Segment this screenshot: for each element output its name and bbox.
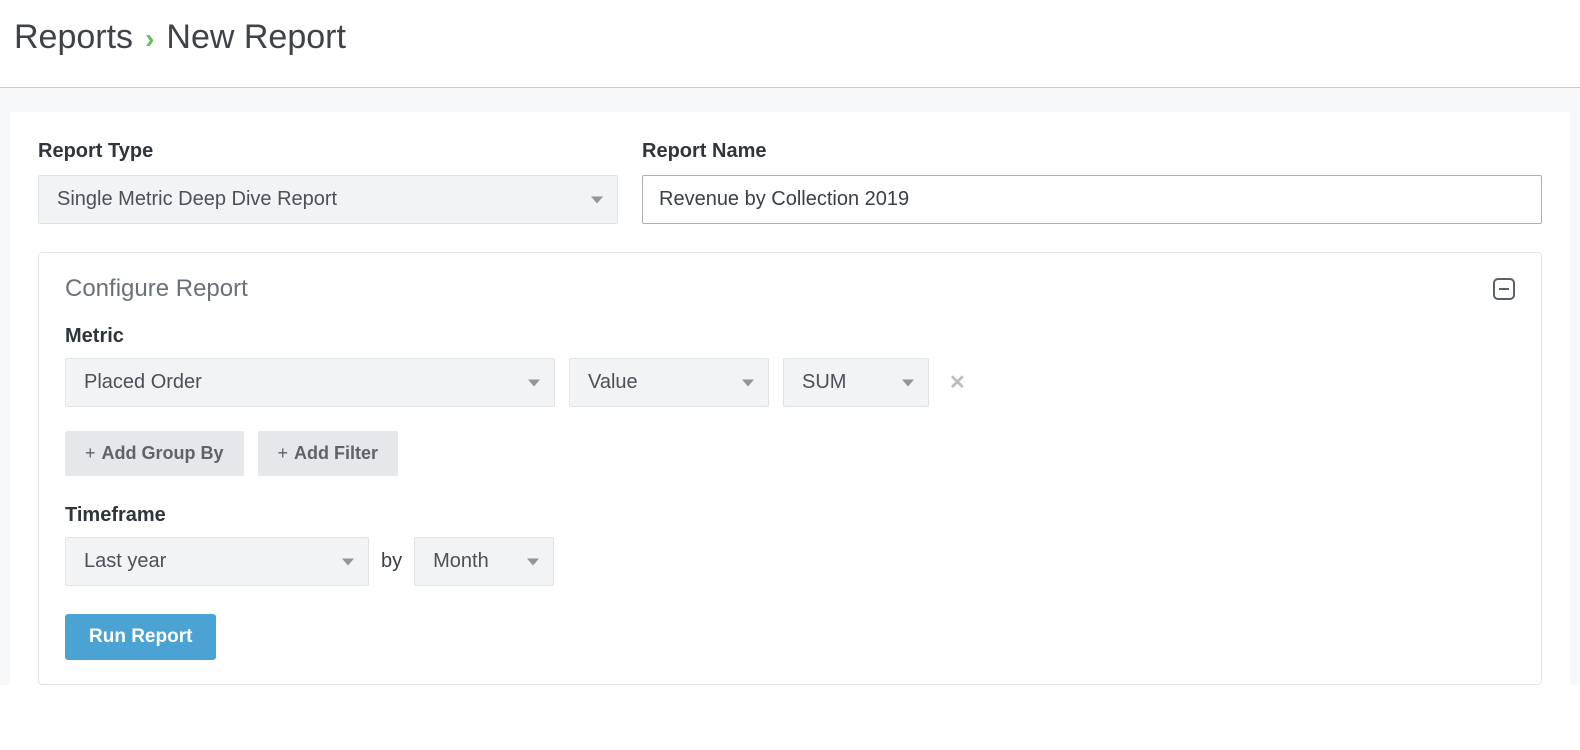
metric-aggregation-value: SUM	[802, 371, 846, 394]
page-body: Report Type Single Metric Deep Dive Repo…	[0, 88, 1580, 685]
report-builder-card: Report Type Single Metric Deep Dive Repo…	[10, 112, 1570, 685]
timeframe-label: Timeframe	[65, 504, 1515, 527]
timeframe-range-select[interactable]: Last year	[65, 537, 369, 586]
metric-name-value: Placed Order	[84, 371, 202, 394]
configure-title: Configure Report	[65, 275, 248, 303]
caret-down-icon	[742, 379, 754, 386]
caret-down-icon	[902, 379, 914, 386]
metric-row: Placed Order Value SUM ✕	[65, 358, 1515, 407]
metric-name-select[interactable]: Placed Order	[65, 358, 555, 407]
report-type-label: Report Type	[38, 140, 618, 163]
timeframe-row: Last year by Month	[65, 537, 1515, 586]
report-name-col: Report Name	[642, 140, 1542, 224]
breadcrumb-root[interactable]: Reports	[14, 18, 133, 57]
add-filter-label: Add Filter	[294, 443, 378, 464]
metric-attribute-select[interactable]: Value	[569, 358, 769, 407]
page-header: Reports › New Report	[0, 0, 1580, 88]
report-meta-row: Report Type Single Metric Deep Dive Repo…	[38, 140, 1542, 224]
timeframe-grain-value: Month	[433, 550, 489, 573]
report-type-select[interactable]: Single Metric Deep Dive Report	[38, 175, 618, 224]
timeframe-grain-select[interactable]: Month	[414, 537, 554, 586]
add-group-by-label: Add Group By	[102, 443, 224, 464]
report-type-col: Report Type Single Metric Deep Dive Repo…	[38, 140, 618, 224]
minus-icon	[1499, 288, 1509, 290]
run-report-button[interactable]: Run Report	[65, 614, 216, 660]
caret-down-icon	[342, 558, 354, 565]
caret-down-icon	[591, 196, 603, 203]
metric-aggregation-select[interactable]: SUM	[783, 358, 929, 407]
metric-label: Metric	[65, 325, 1515, 348]
caret-down-icon	[528, 379, 540, 386]
report-name-label: Report Name	[642, 140, 1542, 163]
chevron-right-icon: ›	[145, 23, 154, 55]
collapse-button[interactable]	[1493, 278, 1515, 300]
report-type-value: Single Metric Deep Dive Report	[57, 188, 337, 211]
configure-report-section: Configure Report Metric Placed Order Val…	[38, 252, 1542, 685]
report-name-input[interactable]	[642, 175, 1542, 224]
clear-metric-button[interactable]: ✕	[943, 370, 972, 395]
timeframe-range-value: Last year	[84, 550, 166, 573]
plus-icon: +	[85, 443, 96, 464]
metric-attribute-value: Value	[588, 371, 638, 394]
configure-header: Configure Report	[65, 275, 1515, 303]
timeframe-by-text: by	[381, 550, 402, 573]
plus-icon: +	[278, 443, 289, 464]
breadcrumb-current: New Report	[166, 18, 346, 57]
add-filter-button[interactable]: + Add Filter	[258, 431, 399, 476]
add-buttons-row: + Add Group By + Add Filter	[65, 431, 1515, 476]
breadcrumb: Reports › New Report	[14, 18, 1566, 57]
caret-down-icon	[527, 558, 539, 565]
add-group-by-button[interactable]: + Add Group By	[65, 431, 244, 476]
run-report-label: Run Report	[89, 626, 192, 647]
